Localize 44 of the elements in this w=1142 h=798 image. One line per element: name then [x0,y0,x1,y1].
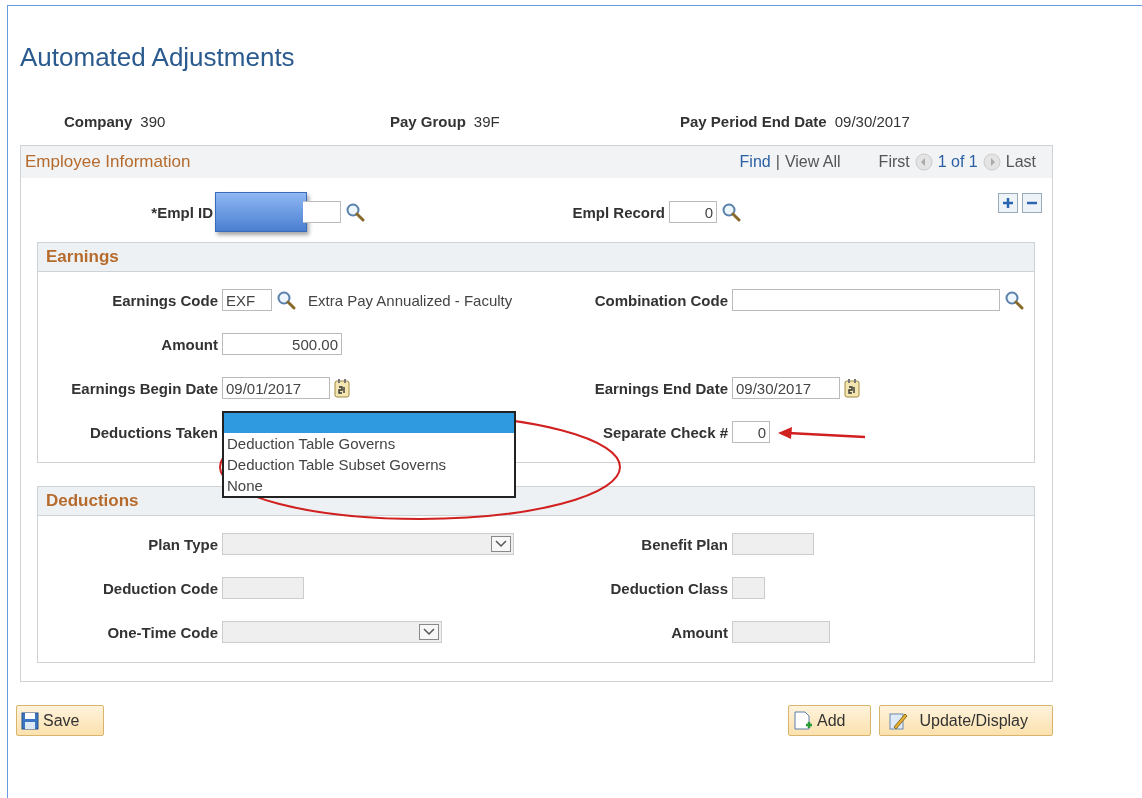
find-link[interactable]: Find [739,153,771,171]
section-title: Earnings [46,247,119,267]
field-description: Extra Pay Annualized - Faculty [308,291,513,309]
field-label: Amount [160,335,219,353]
first-label: First [878,153,910,171]
field-label: Separate Check # [601,423,729,441]
input-field[interactable]: 500.00 [222,333,342,355]
field-label: Deductions Taken [88,423,219,441]
field-label: Earnings Begin Date [70,379,219,397]
field-value: 390 [140,113,166,130]
input-field[interactable]: 09/01/2017 [222,377,330,399]
section-title: Deductions [46,491,139,511]
input-field[interactable]: EXF [222,289,272,311]
field-label: Plan Type [147,535,219,553]
input-field[interactable]: 0 [669,201,717,223]
field-value: 09/30/2017 [834,113,910,130]
record-count: 1 of 1 [937,153,978,171]
field-label: Pay Period End Date [680,113,827,130]
dropdown-option[interactable]: Deduction Table Governs [224,433,514,454]
last-label: Last [1005,153,1036,171]
field-label: Earnings Code [111,291,219,309]
dropdown-option[interactable]: None [224,475,514,496]
page-title: Automated Adjustments [20,42,296,73]
field-label: Empl Record [571,203,666,221]
input-field[interactable]: 09/30/2017 [732,377,840,399]
field-label: *Empl ID [150,203,214,221]
field-label: Earnings End Date [593,379,729,397]
add-button[interactable]: Add [788,705,871,736]
panel-title: Employee Information [25,152,191,172]
separator: | [775,153,780,171]
field-value: 39F [473,113,500,130]
update-button[interactable]: Update/Display [878,705,1053,736]
input-field[interactable]: 0 [732,421,770,443]
field-label: Benefit Plan [640,535,729,553]
field-label: Company [64,113,133,130]
field-label: Combination Code [593,291,729,309]
field-label: Amount [670,623,729,641]
field-label: Deduction Class [609,579,729,597]
field-label: One-Time Code [106,623,219,641]
dropdown-option[interactable]: Deduction Table Subset Governs [224,454,514,475]
save-button[interactable]: Save [16,705,105,736]
view-all-link[interactable]: View All [784,153,841,171]
field-label: Pay Group [390,113,466,130]
field-label: Deduction Code [102,579,219,597]
